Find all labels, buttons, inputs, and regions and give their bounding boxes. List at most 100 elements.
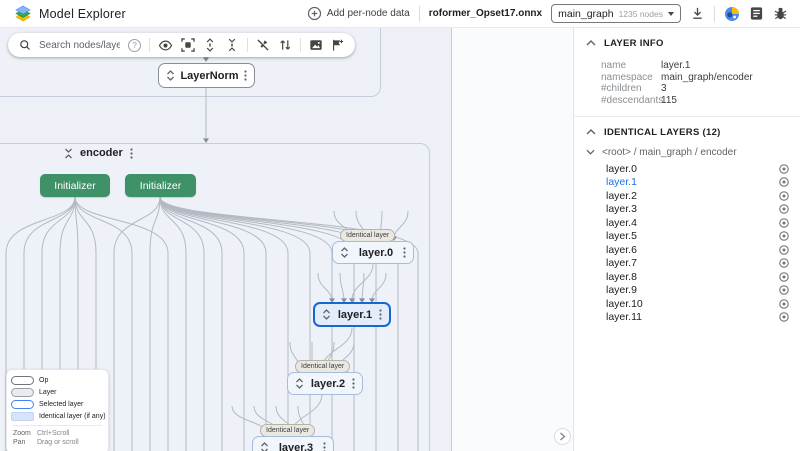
flag-node-button[interactable]	[331, 38, 344, 52]
locate-icon[interactable]	[778, 257, 790, 269]
node-label: LayerNorm	[180, 69, 239, 82]
add-per-node-data-button[interactable]: Add per-node data	[307, 6, 410, 21]
unfold-less-icon[interactable]	[64, 148, 73, 159]
locate-icon[interactable]	[778, 298, 790, 310]
zoom-to-fit-button[interactable]	[181, 38, 195, 52]
info-value: layer.1	[661, 60, 691, 71]
bug-icon	[774, 7, 787, 20]
node-menu-icon[interactable]	[403, 247, 406, 258]
node-label: layer.3	[278, 441, 314, 451]
chevron-up-icon	[586, 129, 596, 135]
info-value: 115	[661, 94, 677, 106]
identical-layer-item[interactable]: layer.3	[574, 203, 800, 217]
locate-icon[interactable]	[778, 163, 790, 175]
node-layer.0[interactable]: layer.0	[332, 241, 414, 264]
node-label: layer.1	[337, 308, 373, 321]
legend-row: Layer	[11, 388, 102, 397]
node-initializer[interactable]: Initializer	[125, 174, 196, 197]
node-menu-icon[interactable]	[323, 442, 326, 451]
node-menu-icon[interactable]	[352, 378, 355, 389]
search-input[interactable]	[39, 39, 120, 51]
docs-button[interactable]	[749, 6, 764, 21]
identical-layer-item[interactable]: layer.2	[574, 189, 800, 203]
legend-label: Selected layer	[39, 401, 84, 408]
info-value: 3	[661, 83, 667, 94]
panel-collapse-toggle[interactable]	[554, 428, 571, 445]
identical-layer-name: layer.11	[606, 311, 642, 324]
graph-selector[interactable]: main_graph 1235 nodes	[551, 4, 681, 23]
node-menu-icon[interactable]	[379, 309, 382, 320]
node-layer.3[interactable]: layer.3	[252, 436, 334, 451]
divider	[247, 38, 248, 52]
locate-icon[interactable]	[778, 230, 790, 242]
flatten-layers-off-button[interactable]	[256, 38, 270, 52]
identical-layer-item[interactable]: layer.4	[574, 216, 800, 230]
divider	[714, 5, 715, 22]
locate-icon[interactable]	[778, 271, 790, 283]
theme-palette-button[interactable]	[724, 6, 740, 22]
locate-icon[interactable]	[778, 203, 790, 215]
search-help-icon[interactable]: ?	[128, 38, 141, 52]
locate-icon[interactable]	[778, 190, 790, 202]
layer-info-title: LAYER INFO	[604, 37, 664, 49]
identical-layer-item[interactable]: layer.11	[574, 311, 800, 325]
locate-icon[interactable]	[778, 176, 790, 188]
info-key: name	[601, 60, 627, 71]
collapse-all-layers-button[interactable]	[225, 38, 239, 52]
unfold-more-icon[interactable]	[295, 378, 304, 389]
identical-layer-item[interactable]: layer.1	[574, 176, 800, 190]
export-image-button[interactable]	[309, 38, 323, 52]
tree-root-row[interactable]: <root> / main_graph / encoder	[574, 145, 800, 159]
expand-all-layers-button[interactable]	[203, 38, 217, 52]
identical-layer-name: layer.7	[606, 257, 637, 270]
legend-shortcut: Pan Drag or scroll	[13, 439, 79, 446]
identical-layer-item[interactable]: layer.0	[574, 162, 800, 176]
node-layer.1[interactable]: layer.1	[313, 302, 391, 327]
unfold-more-icon[interactable]	[340, 247, 349, 258]
plus-circle-icon	[307, 6, 322, 21]
info-key: #children	[601, 83, 642, 94]
node-layernorm[interactable]: LayerNorm	[158, 63, 255, 88]
unfold-more-icon[interactable]	[166, 70, 175, 81]
identical-layer-item[interactable]: layer.5	[574, 230, 800, 244]
bug-report-button[interactable]	[773, 6, 788, 21]
node-menu-icon[interactable]	[244, 70, 247, 81]
identical-layer-name: layer.2	[606, 189, 637, 202]
canvas-toolbar: ?	[8, 33, 355, 57]
info-row: name layer.1	[574, 60, 800, 72]
locate-icon[interactable]	[778, 217, 790, 229]
identical-layer-name: layer.1	[606, 176, 637, 189]
search-icon	[20, 40, 30, 50]
info-key: namespace	[601, 71, 653, 83]
node-label: Initializer	[54, 179, 96, 192]
locate-icon[interactable]	[778, 311, 790, 323]
identical-layers-title: IDENTICAL LAYERS (12)	[604, 126, 721, 138]
toggle-visibility-button[interactable]	[158, 38, 173, 53]
identical-layer-item[interactable]: layer.9	[574, 284, 800, 298]
graph-canvas[interactable]: LayerNorm encoder Initializer Initializer…	[0, 28, 573, 451]
unfold-more-icon[interactable]	[260, 442, 269, 451]
identical-layers-header[interactable]: IDENTICAL LAYERS (12)	[574, 124, 800, 140]
node-layer.2[interactable]: layer.2	[287, 372, 363, 395]
identical-layer-item[interactable]: layer.10	[574, 297, 800, 311]
identical-layer-name: layer.10	[606, 297, 643, 310]
graph-selected-label: main_graph	[558, 7, 614, 20]
locate-icon[interactable]	[778, 244, 790, 256]
swap-direction-button[interactable]	[278, 38, 292, 52]
legend-label: Identical layer (if any)	[39, 413, 106, 420]
chevron-right-icon	[560, 432, 566, 441]
unfold-more-icon[interactable]	[322, 309, 331, 320]
identical-layer-item[interactable]: layer.7	[574, 257, 800, 271]
layer-info-header[interactable]: LAYER INFO	[574, 35, 800, 51]
encoder-group-header[interactable]: encoder	[64, 147, 133, 159]
brand: Model Explorer	[14, 5, 126, 23]
identical-layer-item[interactable]: layer.8	[574, 270, 800, 284]
download-icon	[693, 7, 702, 19]
download-graph-button[interactable]	[690, 6, 705, 21]
locate-icon[interactable]	[778, 284, 790, 296]
group-menu-icon[interactable]	[130, 147, 133, 159]
identical-layer-name: layer.6	[606, 243, 637, 256]
divider	[13, 425, 102, 426]
identical-layer-item[interactable]: layer.6	[574, 243, 800, 257]
node-initializer[interactable]: Initializer	[40, 174, 110, 197]
